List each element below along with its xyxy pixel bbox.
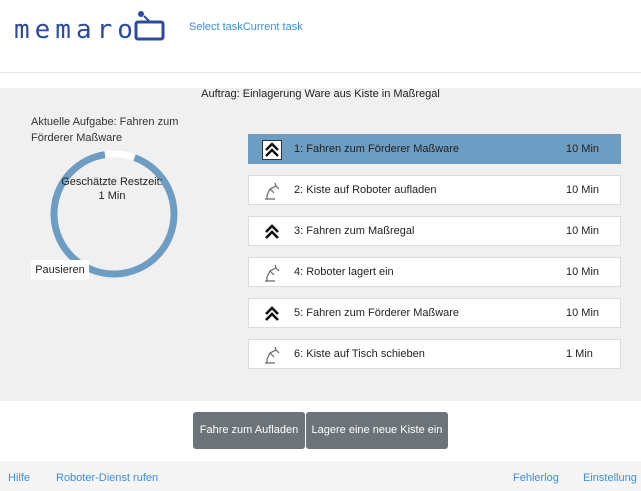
order-title: Auftrag: Einlagerung Ware aus Kiste in M…: [201, 88, 440, 100]
task-duration: 10 Min: [566, 266, 600, 278]
chevron-up-icon: [262, 222, 282, 242]
task-item[interactable]: 1: Fahren zum Förderer Maßware 10 Min: [248, 134, 621, 164]
pause-button[interactable]: Pausieren: [31, 260, 89, 280]
current-task-label: Aktuelle Aufgabe: Fahren zum Förderer Ma…: [31, 116, 179, 144]
error-log-link[interactable]: Fehlerlog: [513, 472, 559, 484]
task-label: 1: Fahren zum Förderer Maßware: [294, 143, 460, 155]
task-list: 1: Fahren zum Förderer Maßware 10 Min 2:…: [248, 134, 621, 380]
task-duration: 10 Min: [566, 184, 600, 196]
task-duration: 10 Min: [566, 307, 600, 319]
task-item[interactable]: 2: Kiste auf Roboter aufladen 10 Min: [248, 175, 621, 205]
task-label: 3: Fahren zum Maßregal: [294, 225, 415, 237]
nav-current-task[interactable]: Current task: [243, 21, 303, 33]
footer-bar: Hilfe Roboter-Dienst rufen Fehlerlog Ein…: [0, 461, 641, 491]
charge-button[interactable]: Fahre zum Aufladen: [193, 412, 305, 449]
task-item[interactable]: 3: Fahren zum Maßregal 10 Min: [248, 216, 621, 246]
store-new-box-button[interactable]: Lagere eine neue Kiste ein: [306, 412, 448, 449]
task-duration: 10 Min: [566, 225, 600, 237]
remaining-label: Geschätzte Restzeit:: [61, 176, 163, 188]
task-label: 6: Kiste auf Tisch schieben: [294, 348, 425, 360]
help-link[interactable]: Hilfe: [8, 472, 30, 484]
task-duration: 1 Min: [566, 348, 593, 360]
task-label: 5: Fahren zum Förderer Maßware: [294, 307, 460, 319]
robot-arm-icon: [262, 181, 282, 201]
settings-link[interactable]: Einstellung: [583, 472, 637, 484]
task-item[interactable]: 6: Kiste auf Tisch schieben 1 Min: [248, 339, 621, 369]
main-panel: Auftrag: Einlagerung Ware aus Kiste in M…: [0, 88, 641, 401]
remaining-value: 1 Min: [98, 190, 126, 202]
header-nav: Select taskCurrent task: [189, 21, 303, 33]
nav-select-task[interactable]: Select task: [189, 21, 243, 33]
memaro-logo: memaro: [14, 8, 169, 49]
svg-text:memaro: memaro: [14, 15, 138, 44]
chevron-up-icon: [262, 140, 282, 160]
call-service-link[interactable]: Roboter-Dienst rufen: [56, 472, 158, 484]
robot-arm-icon: [262, 345, 282, 365]
app-header: memaro Select taskCurrent task: [0, 0, 641, 73]
task-item[interactable]: 4: Roboter lagert ein 10 Min: [248, 257, 621, 287]
task-label: 2: Kiste auf Roboter aufladen: [294, 184, 437, 196]
remaining-time: Geschätzte Restzeit: 1 Min: [52, 175, 172, 203]
task-item[interactable]: 5: Fahren zum Förderer Maßware 10 Min: [248, 298, 621, 328]
chevron-up-icon: [262, 304, 282, 324]
task-duration: 10 Min: [566, 143, 600, 155]
task-label: 4: Roboter lagert ein: [294, 266, 394, 278]
robot-arm-icon: [262, 263, 282, 283]
